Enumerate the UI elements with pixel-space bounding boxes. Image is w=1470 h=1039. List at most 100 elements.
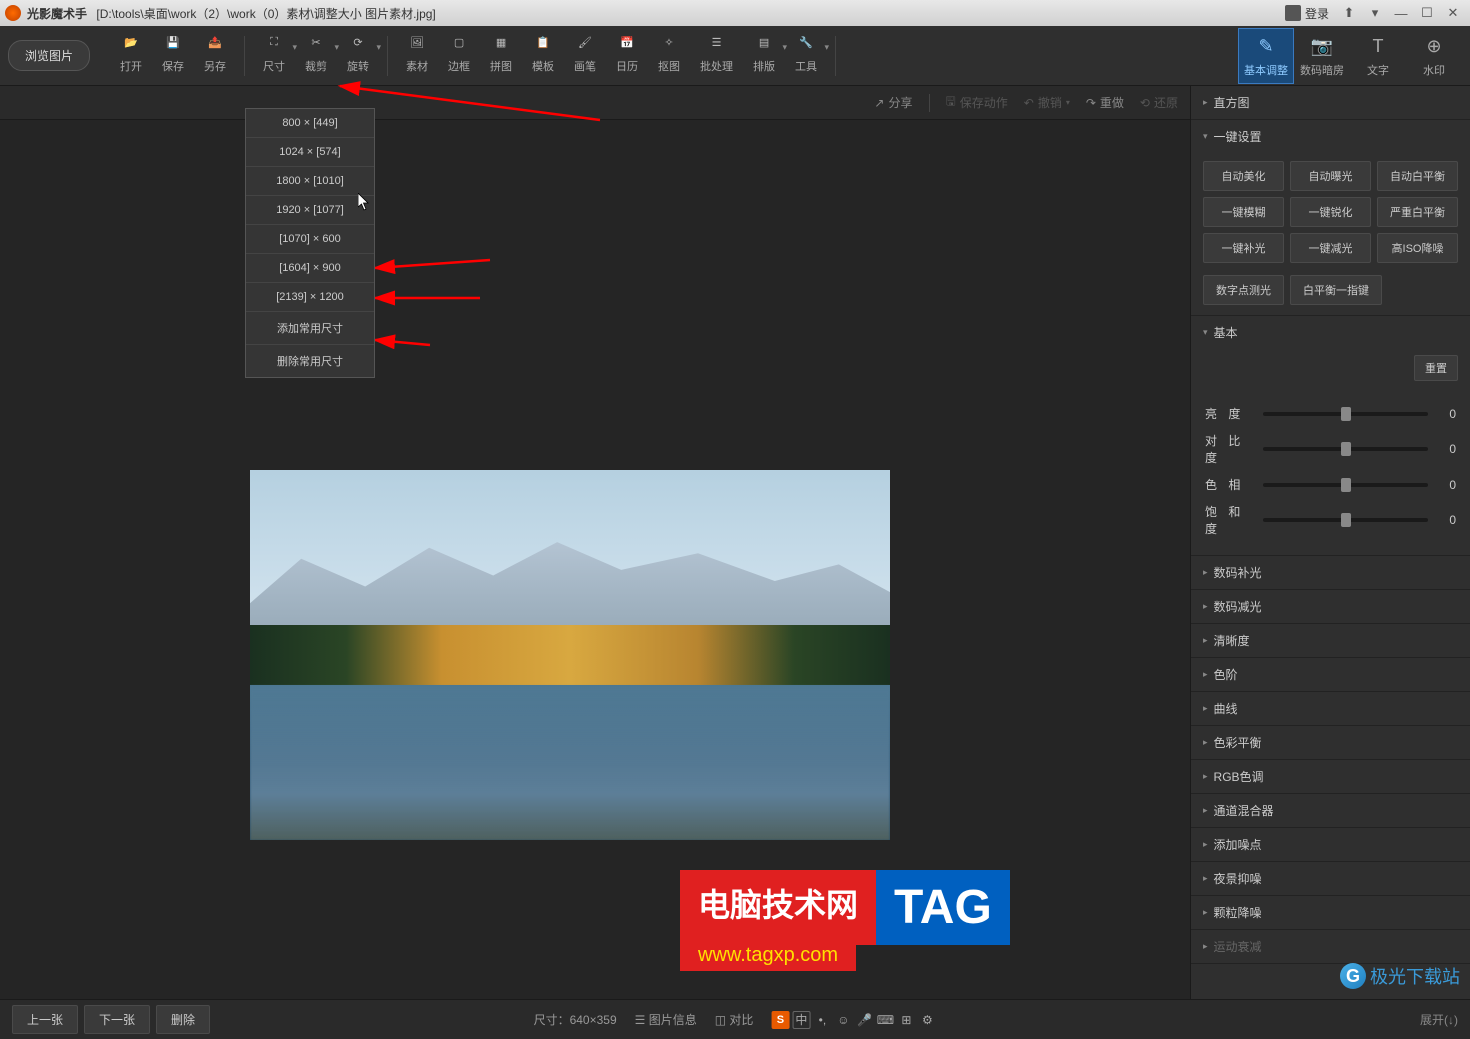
size-preset-8[interactable]: 删除常用尺寸 — [246, 345, 374, 377]
section-digital-fill[interactable]: 数码补光 — [1191, 556, 1470, 589]
pin-button[interactable]: ⬆ — [1337, 4, 1361, 22]
reset-button[interactable]: 重置 — [1414, 355, 1458, 381]
tool-brush[interactable]: 🖌画笔 — [564, 28, 606, 84]
quick-btn-6[interactable]: 一键补光 — [1203, 233, 1284, 263]
tool-crop[interactable]: ✂裁剪 — [295, 28, 337, 84]
tool-material[interactable]: 🖼素材 — [396, 28, 438, 84]
dropdown-button[interactable]: ▾ — [1363, 4, 1387, 22]
size-preset-0[interactable]: 800 × [449] — [246, 109, 374, 138]
quick-btn2-0[interactable]: 数字点测光 — [1203, 275, 1284, 305]
tool-saveas[interactable]: 📤另存 — [194, 28, 236, 84]
section-oneclick[interactable]: 一键设置 — [1191, 120, 1470, 153]
section-curves[interactable]: 曲线 — [1191, 692, 1470, 725]
slider-0[interactable] — [1263, 412, 1428, 416]
size-preset-3[interactable]: 1920 × [1077] — [246, 196, 374, 225]
quick-btn-0[interactable]: 自动美化 — [1203, 161, 1284, 191]
size-preset-7[interactable]: 添加常用尺寸 — [246, 312, 374, 345]
share-button[interactable]: ↗分享 — [874, 94, 912, 111]
section-grain-reduce[interactable]: 颗粒降噪 — [1191, 896, 1470, 929]
quick-btn2-1[interactable]: 白平衡一指键 — [1290, 275, 1382, 305]
right-tab-1[interactable]: 📷数码暗房 — [1294, 28, 1350, 84]
delete-button[interactable]: 删除 — [156, 1005, 210, 1034]
section-histogram[interactable]: 直方图 — [1191, 86, 1470, 119]
size-preset-1[interactable]: 1024 × [574] — [246, 138, 374, 167]
quick-btn-3[interactable]: 一键模糊 — [1203, 197, 1284, 227]
tool-label: 画笔 — [574, 58, 596, 74]
slider-label-1: 对 比 度 — [1205, 432, 1255, 466]
quick-btn-2[interactable]: 自动白平衡 — [1377, 161, 1458, 191]
right-tab-2[interactable]: T文字 — [1350, 28, 1406, 84]
redo-button[interactable]: ↷重做 — [1086, 94, 1124, 111]
save-action-button[interactable]: 🖫保存动作 — [946, 92, 1008, 113]
section-add-noise[interactable]: 添加噪点 — [1191, 828, 1470, 861]
right-tab-0[interactable]: ✎基本调整 — [1238, 28, 1294, 84]
ime-grid-icon[interactable]: ⊞ — [897, 1011, 915, 1029]
browse-images-button[interactable]: 浏览图片 — [8, 40, 90, 71]
tool-open[interactable]: 📂打开 — [110, 28, 152, 84]
restore-button[interactable]: ⟲还原 — [1140, 94, 1178, 111]
ime-lang-button[interactable]: 中 — [792, 1011, 810, 1029]
slider-thumb-3[interactable] — [1341, 513, 1351, 527]
slider-thumb-0[interactable] — [1341, 407, 1351, 421]
tool-template[interactable]: 📋模板 — [522, 28, 564, 84]
tool-rotate[interactable]: ⟳旋转 — [337, 28, 379, 84]
tab-icon-3: ⊕ — [1422, 35, 1446, 59]
quick-btn-4[interactable]: 一键锐化 — [1290, 197, 1371, 227]
expand-button[interactable]: 展开(↓) — [1420, 1011, 1458, 1028]
size-preset-2[interactable]: 1800 × [1010] — [246, 167, 374, 196]
ime-logo-icon[interactable]: S — [771, 1011, 789, 1029]
size-preset-4[interactable]: [1070] × 600 — [246, 225, 374, 254]
section-channel-mix[interactable]: 通道混合器 — [1191, 794, 1470, 827]
slider-thumb-1[interactable] — [1341, 442, 1351, 456]
ime-emoji-icon[interactable]: ☺ — [834, 1011, 852, 1029]
slider-thumb-2[interactable] — [1341, 478, 1351, 492]
compare-button[interactable]: ◫ 对比 — [715, 1011, 754, 1028]
quick-btn-5[interactable]: 严重白平衡 — [1377, 197, 1458, 227]
tool-layout[interactable]: ▤排版 — [743, 28, 785, 84]
section-levels[interactable]: 色阶 — [1191, 658, 1470, 691]
slider-2[interactable] — [1263, 483, 1428, 487]
tool-size[interactable]: ⛶尺寸 — [253, 28, 295, 84]
tool-collage[interactable]: ▦拼图 — [480, 28, 522, 84]
ime-mic-icon[interactable]: 🎤 — [855, 1011, 873, 1029]
ime-settings-icon[interactable]: ⚙ — [918, 1011, 936, 1029]
main-toolbar: 浏览图片 📂打开💾保存📤另存 ⛶尺寸✂裁剪⟳旋转 🖼素材▢边框▦拼图📋模板🖌画笔📅日… — [0, 26, 1470, 86]
section-clarity[interactable]: 清晰度 — [1191, 624, 1470, 657]
section-rgb[interactable]: RGB色调 — [1191, 760, 1470, 793]
section-basic[interactable]: 基本 — [1191, 316, 1470, 349]
slider-label-3: 饱 和 度 — [1205, 503, 1255, 537]
section-motion-attenuation[interactable]: 运动衰减 — [1191, 930, 1470, 963]
minimize-button[interactable]: — — [1389, 4, 1413, 22]
section-night-suppress[interactable]: 夜景抑噪 — [1191, 862, 1470, 895]
close-button[interactable]: ✕ — [1441, 4, 1465, 22]
image-canvas[interactable] — [250, 470, 890, 840]
maximize-button[interactable]: ☐ — [1415, 4, 1439, 22]
prev-image-button[interactable]: 上一张 — [12, 1005, 78, 1034]
tool-label: 拼图 — [490, 58, 512, 74]
slider-1[interactable] — [1263, 447, 1428, 451]
tool-save[interactable]: 💾保存 — [152, 28, 194, 84]
next-image-button[interactable]: 下一张 — [84, 1005, 150, 1034]
quick-btn-7[interactable]: 一键减光 — [1290, 233, 1371, 263]
tool-batch[interactable]: ☰批处理 — [690, 28, 743, 84]
undo-button[interactable]: ↶撤销▾ — [1024, 94, 1070, 111]
tool-label: 抠图 — [658, 58, 680, 74]
tool-tools[interactable]: 🔧工具 — [785, 28, 827, 84]
tool-calendar[interactable]: 📅日历 — [606, 28, 648, 84]
tool-cutout[interactable]: ✧抠图 — [648, 28, 690, 84]
quick-btn-8[interactable]: 高ISO降噪 — [1377, 233, 1458, 263]
login-button[interactable]: 登录 — [1277, 3, 1337, 24]
section-color-balance[interactable]: 色彩平衡 — [1191, 726, 1470, 759]
right-tab-3[interactable]: ⊕水印 — [1406, 28, 1462, 84]
ime-keyboard-icon[interactable]: ⌨ — [876, 1011, 894, 1029]
image-info-button[interactable]: ☰ 图片信息 — [635, 1011, 697, 1028]
size-preset-5[interactable]: [1604] × 900 — [246, 254, 374, 283]
slider-3[interactable] — [1263, 518, 1428, 522]
layout-icon: ▤ — [753, 32, 775, 54]
slider-label-2: 色 相 — [1205, 476, 1255, 493]
ime-punct-icon[interactable]: •, — [813, 1011, 831, 1029]
section-digital-dim[interactable]: 数码减光 — [1191, 590, 1470, 623]
quick-btn-1[interactable]: 自动曝光 — [1290, 161, 1371, 191]
tool-border[interactable]: ▢边框 — [438, 28, 480, 84]
size-preset-6[interactable]: [2139] × 1200 — [246, 283, 374, 312]
